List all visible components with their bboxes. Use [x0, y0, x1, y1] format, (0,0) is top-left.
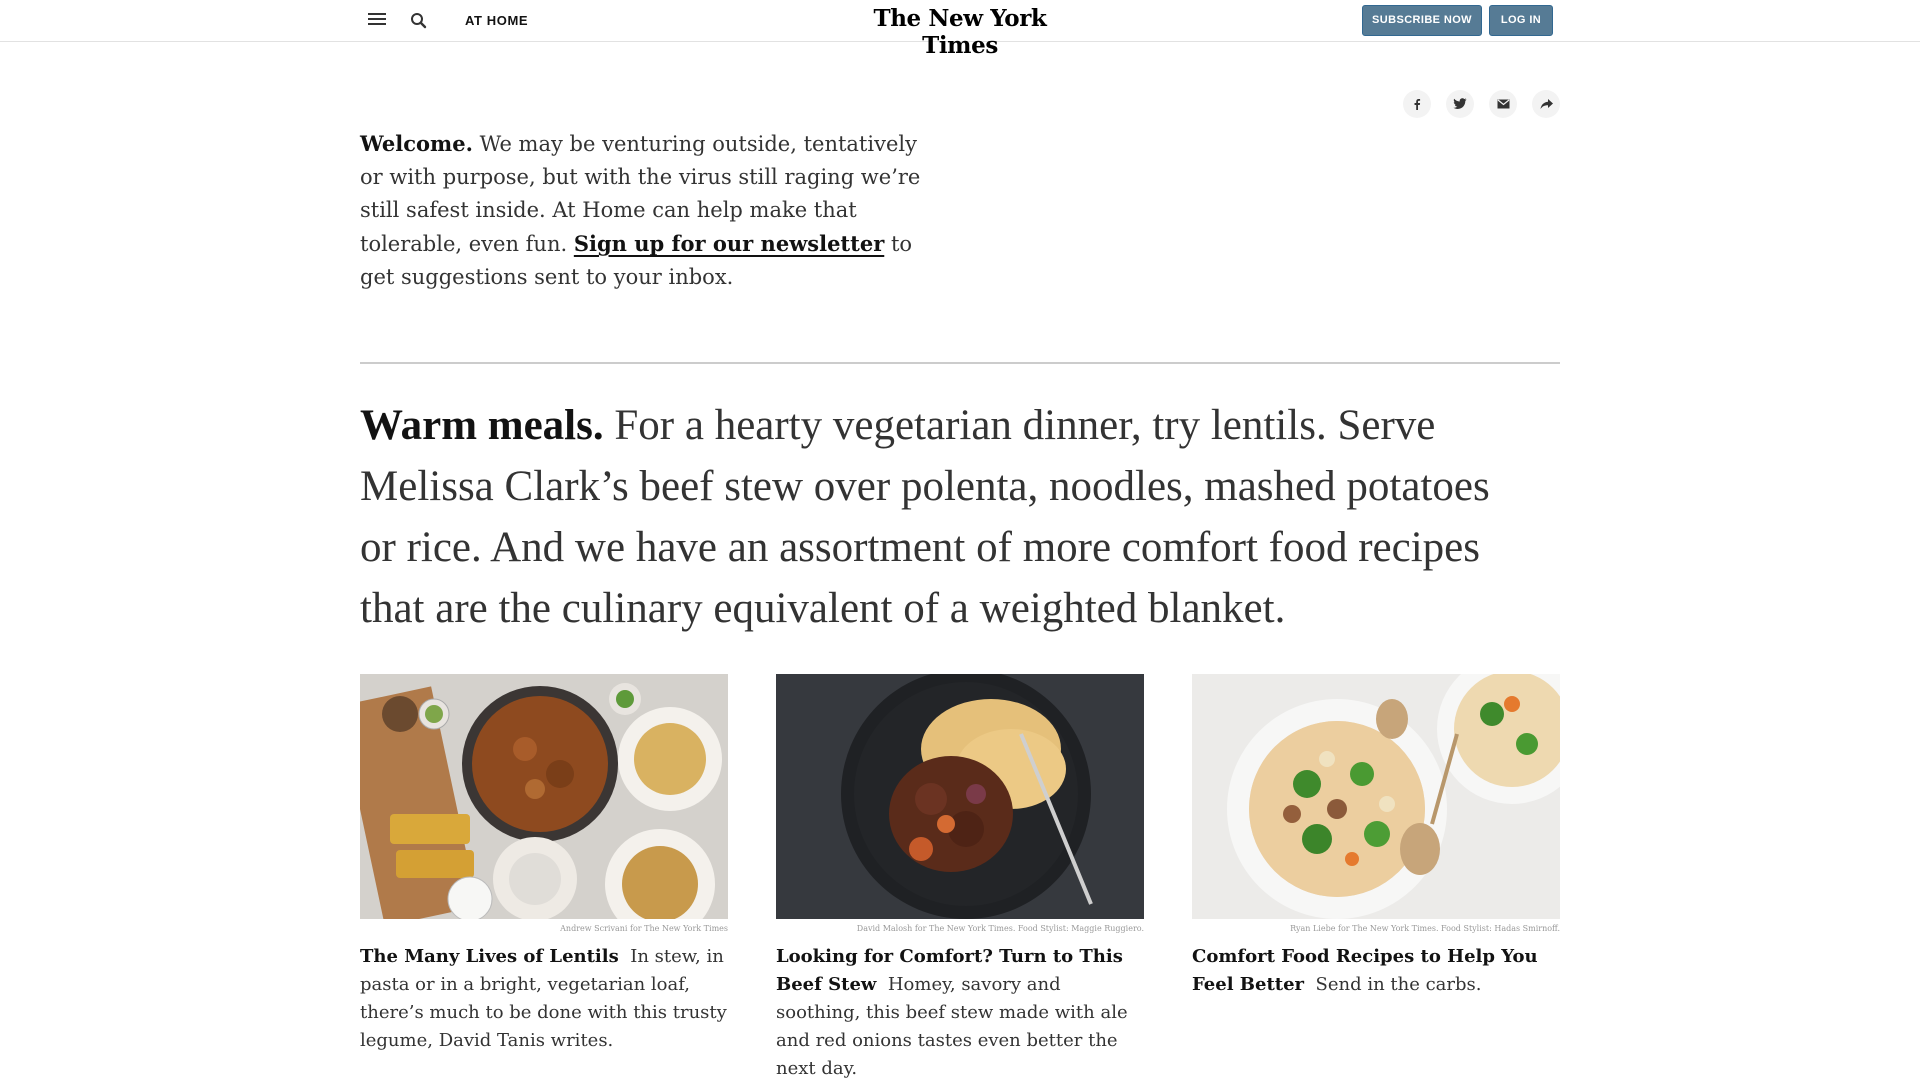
welcome-lead: Welcome.	[360, 131, 473, 156]
newsletter-signup-link[interactable]: Sign up for our newsletter	[574, 231, 884, 256]
photo-credit: Ryan Liebe for The New York Times. Food …	[1290, 924, 1560, 933]
search-icon[interactable]	[409, 11, 429, 31]
photo-credit: Andrew Scrivani for The New York Times	[560, 924, 728, 933]
card-summary: Send in the carbs.	[1315, 974, 1482, 995]
login-button[interactable]: LOG IN	[1489, 5, 1553, 36]
facebook-icon[interactable]	[1403, 90, 1431, 118]
comfort-soup-image[interactable]	[1192, 674, 1560, 919]
twitter-icon[interactable]	[1446, 90, 1474, 118]
section-divider	[360, 362, 1560, 364]
share-arrow-icon[interactable]	[1532, 90, 1560, 118]
beef-stew-image[interactable]	[776, 674, 1144, 919]
warm-meals-paragraph: Warm meals. For a hearty vegetarian dinn…	[360, 395, 1510, 639]
subscribe-button[interactable]: SUBSCRIBE NOW	[1362, 5, 1482, 36]
top-bar: AT HOME The New York Times SUBSCRIBE NOW…	[0, 0, 1920, 59]
photo-credit: David Malosh for The New York Times. Foo…	[856, 924, 1144, 933]
card-body: Looking for Comfort? Turn to This Beef S…	[776, 943, 1144, 1080]
card-body: The Many Lives of Lentils In stew, in pa…	[360, 943, 728, 1055]
article-card-beef-stew: David Malosh for The New York Times. Foo…	[776, 674, 1144, 1080]
lentils-dish-image[interactable]	[360, 674, 728, 919]
masthead-logo[interactable]: The New York Times	[860, 5, 1060, 59]
article-card-comfort-food: Ryan Liebe for The New York Times. Food …	[1192, 674, 1560, 999]
menu-icon[interactable]	[368, 13, 386, 27]
welcome-paragraph: Welcome. We may be venturing outside, te…	[360, 127, 940, 294]
card-title[interactable]: The Many Lives of Lentils	[360, 946, 619, 967]
card-body: Comfort Food Recipes to Help You Feel Be…	[1192, 943, 1560, 999]
section-label[interactable]: AT HOME	[465, 13, 528, 28]
email-icon[interactable]	[1489, 90, 1517, 118]
article-card-lentils: Andrew Scrivani for The New York Times T…	[360, 674, 728, 1055]
warm-meals-lead: Warm meals.	[360, 402, 604, 449]
